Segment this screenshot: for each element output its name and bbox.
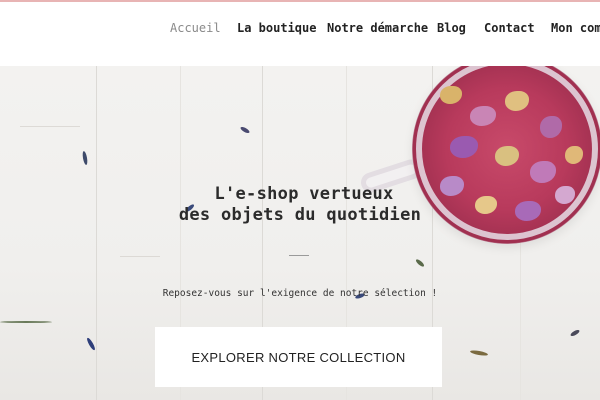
dried-leaf bbox=[414, 258, 426, 268]
wood-grain bbox=[120, 256, 160, 257]
dried-stem bbox=[0, 321, 52, 323]
dried-leaf bbox=[569, 328, 581, 338]
dried-leaf bbox=[239, 125, 251, 135]
wood-plank-seam bbox=[96, 66, 97, 400]
title-divider bbox=[289, 255, 309, 256]
main-nav: Accueil La boutique Notre démarche Blog … bbox=[0, 20, 600, 40]
hero-title-line2: des objets du quotidien bbox=[178, 205, 422, 225]
nav-item-notre-demarche[interactable]: Notre démarche bbox=[327, 20, 428, 36]
hero-banner: L'e-shop vertueux des objets du quotidie… bbox=[0, 66, 600, 400]
hero-title: L'e-shop vertueux des objets du quotidie… bbox=[0, 184, 600, 226]
dried-leaf bbox=[81, 150, 89, 166]
hero-subtitle: Reposez-vous sur l'exigence de notre sél… bbox=[162, 288, 438, 299]
nav-item-accueil[interactable]: Accueil bbox=[170, 20, 221, 36]
nav-item-blog[interactable]: Blog bbox=[437, 20, 466, 36]
dried-leaf bbox=[85, 336, 97, 352]
site-header: Accueil La boutique Notre démarche Blog … bbox=[0, 2, 600, 66]
hero-title-line1: L'e-shop vertueux bbox=[214, 184, 394, 204]
nav-item-contact[interactable]: Contact bbox=[484, 20, 535, 36]
nav-item-mon-compte[interactable]: Mon compte bbox=[551, 20, 600, 36]
dried-leaf bbox=[469, 349, 489, 357]
wood-grain bbox=[20, 126, 80, 127]
nav-item-la-boutique[interactable]: La boutique bbox=[237, 20, 316, 36]
explore-collection-button[interactable]: EXPLORER NOTRE COLLECTION bbox=[155, 327, 442, 387]
